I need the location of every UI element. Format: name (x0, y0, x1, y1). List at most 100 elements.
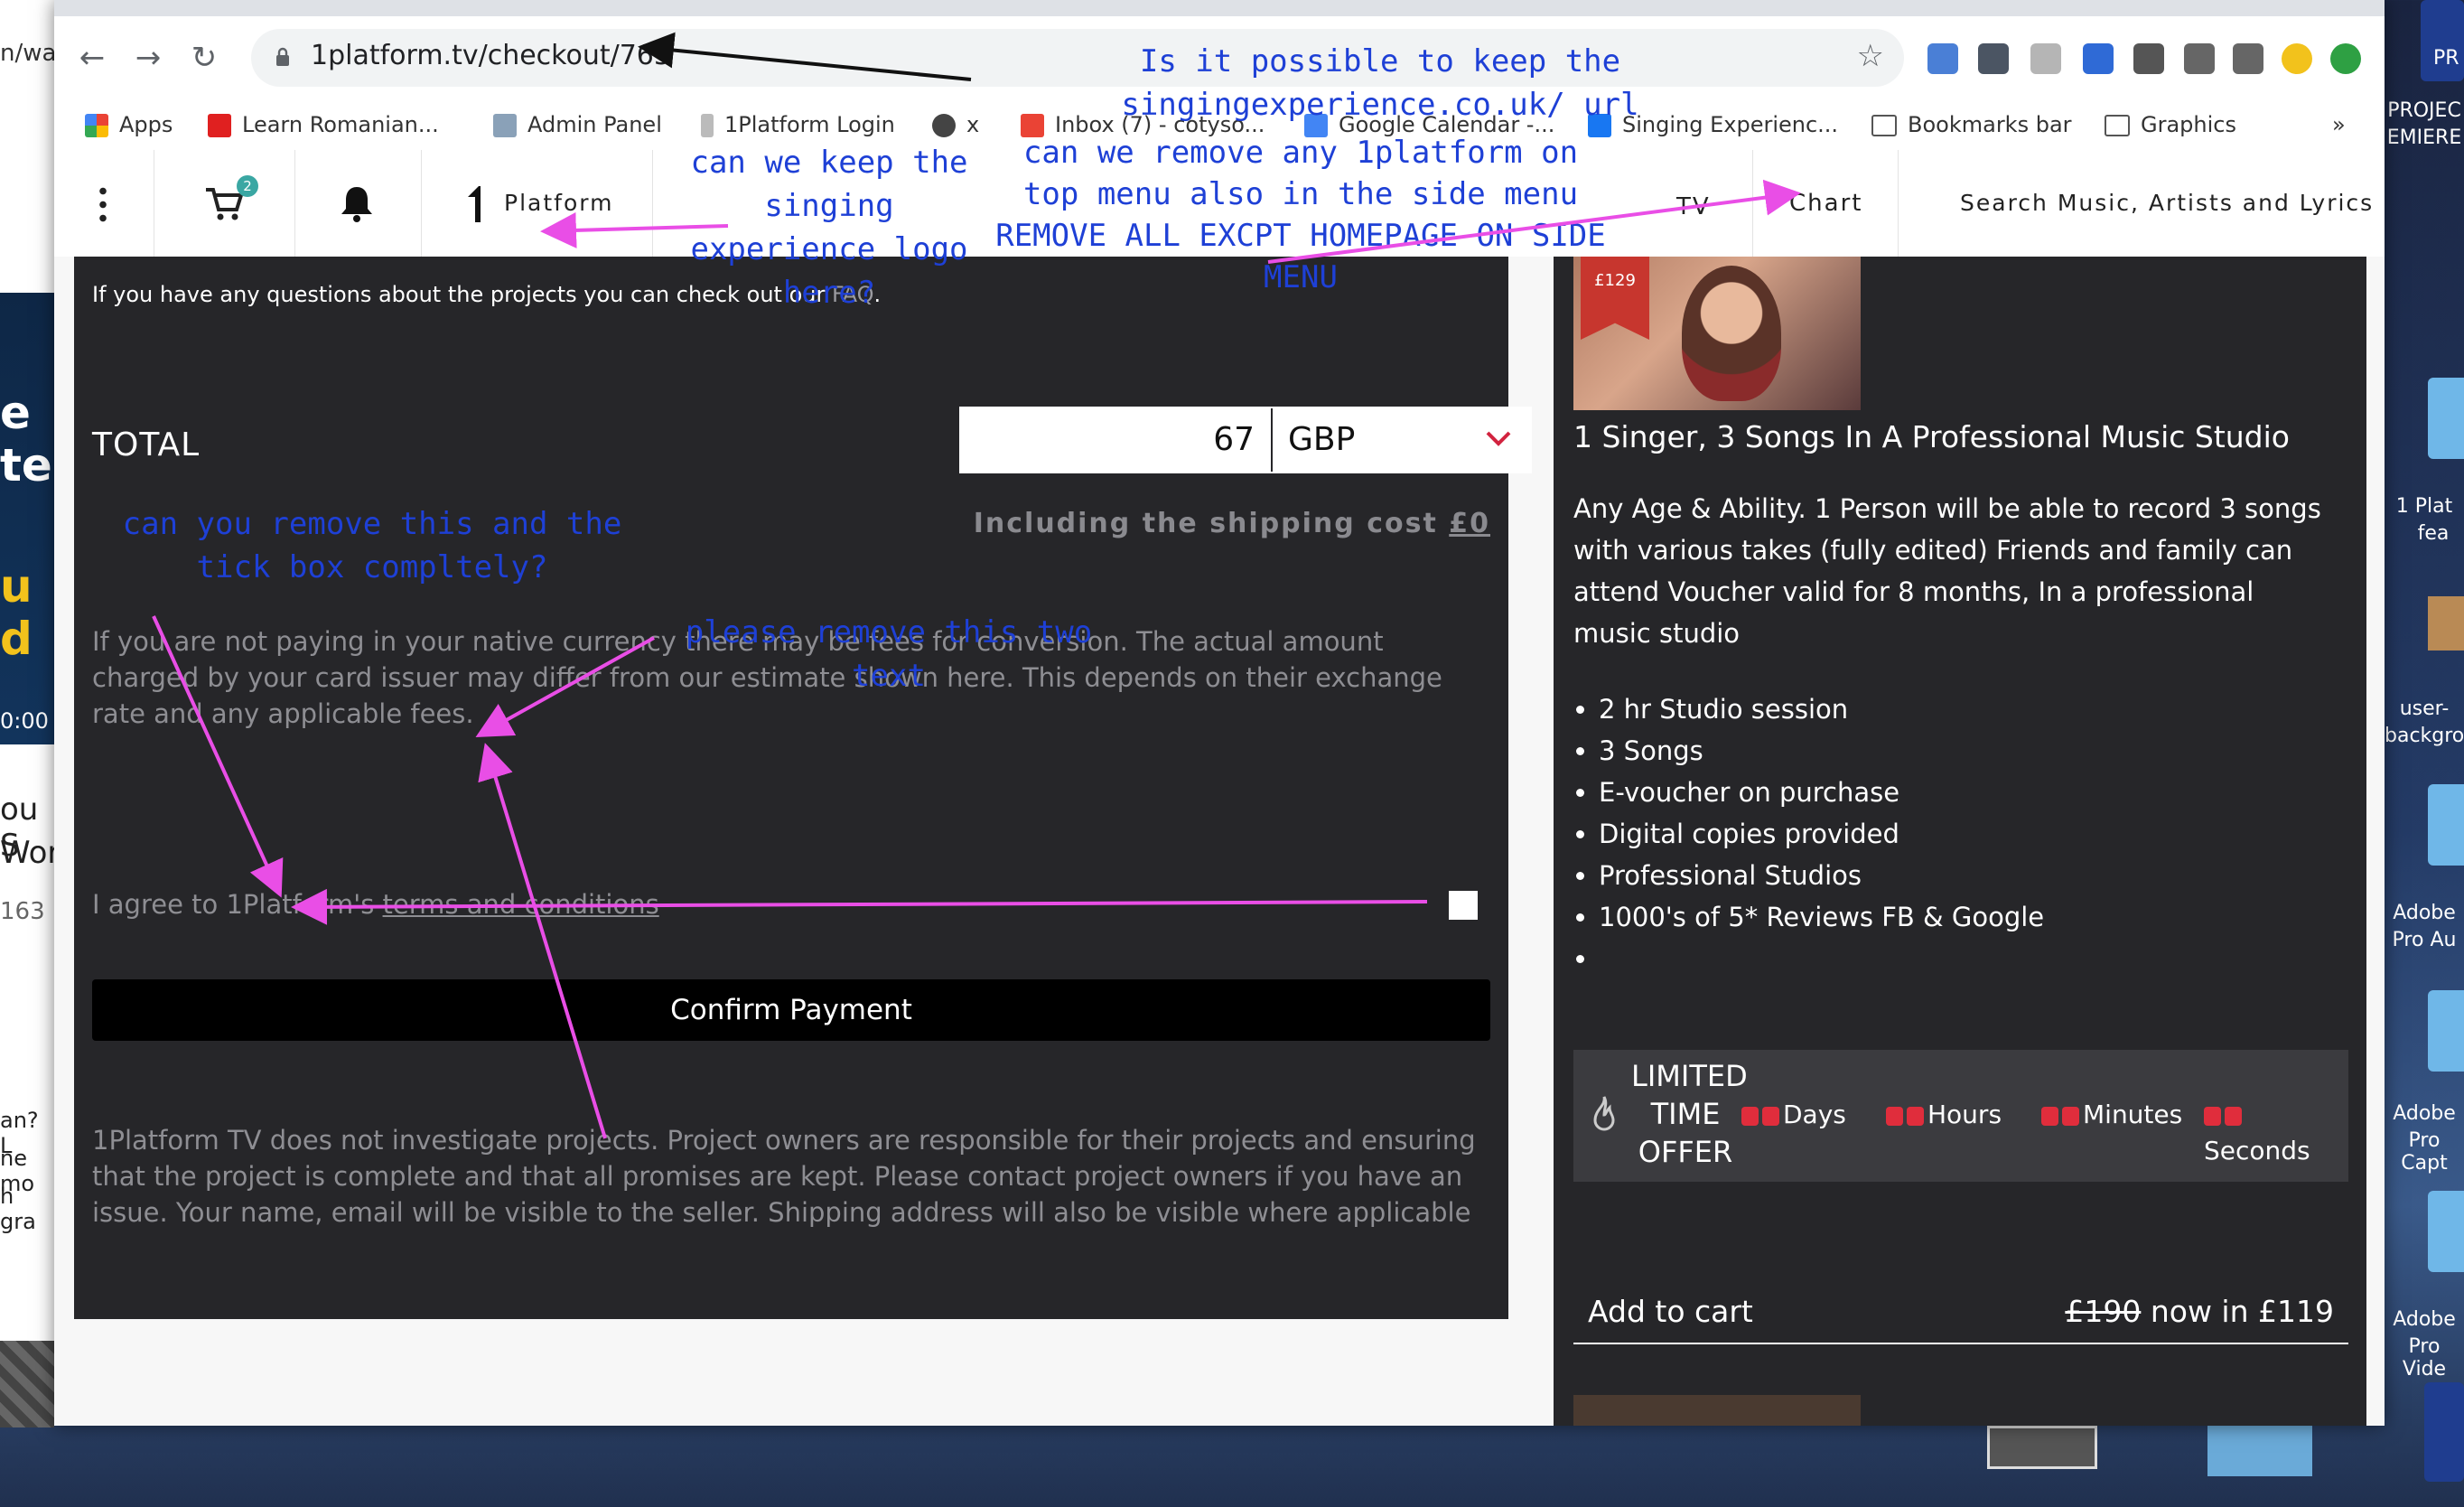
shipping-text: Including the shipping cost £0 (974, 508, 1490, 539)
annotation-logo-note: can we keep the singing experience logo … (690, 145, 968, 311)
hours-label: Hours (1927, 1100, 2002, 1129)
desktop-pattern (0, 1341, 54, 1427)
price-info: £190 now in £119 (2065, 1294, 2334, 1329)
camera-icon[interactable] (2030, 43, 2061, 74)
playlist-icon[interactable] (2233, 43, 2263, 74)
terms-agreement: I agree to 1Platform's terms and conditi… (92, 889, 659, 920)
cart-badge: 2 (237, 175, 258, 197)
update-icon[interactable] (2330, 43, 2361, 74)
disclaimer-text: 1Platform TV does not investigate projec… (92, 1125, 1476, 1228)
menu-button[interactable] (54, 150, 154, 257)
desktop-label: Pro Vide (2402, 1335, 2447, 1381)
chevron-down-icon (1486, 431, 1511, 446)
puzzle-icon[interactable] (2184, 43, 2215, 74)
terms-link[interactable]: terms and conditions (383, 889, 659, 920)
bookmark-label: Graphics (2141, 112, 2236, 137)
limited-offer-countdown: LIMITED TIME OFFER Days Hours Minutes Se… (1573, 1050, 2348, 1182)
desktop-fragment: h gra (0, 1184, 36, 1234)
annotation-text-note: please remove this two text (685, 614, 1093, 694)
bookmark-graphics[interactable]: Graphics (2105, 107, 2236, 143)
annotation-url-note: Is it possible to keep the singingexperi… (1121, 43, 1639, 123)
bell-icon (341, 187, 372, 222)
list-item (1599, 938, 2044, 979)
avatar[interactable] (2282, 43, 2312, 74)
digit-box (1886, 1106, 1903, 1126)
monitor-icon (493, 114, 517, 137)
bookmark-1platform-login[interactable]: 1Platform Login (701, 107, 895, 143)
confirm-payment-button[interactable]: Confirm Payment (92, 979, 1490, 1041)
bookmark-learn-romanian[interactable]: Learn Romanian... (208, 107, 439, 143)
cart-button[interactable]: 2 (154, 150, 295, 257)
globe-icon (932, 114, 956, 137)
desktop-left-strip: n/wa e te u d 0:00 ou S Word 163 an? L n… (0, 0, 54, 1427)
bookmark-label: 1Platform Login (724, 112, 895, 137)
dock-thumbnail[interactable] (1987, 1426, 2097, 1469)
annotation-menu-note: can we remove any 1platform on top menu … (995, 135, 1606, 295)
notifications-button[interactable] (294, 150, 422, 257)
image-file-icon[interactable] (2428, 596, 2464, 651)
kebab-menu-icon (99, 184, 107, 224)
extension-icon[interactable] (1927, 43, 1958, 74)
currency-select[interactable]: GBP (1273, 408, 1530, 472)
currency-value: GBP (1288, 421, 1356, 458)
search-input[interactable]: Search Music, Artists and Lyrics (1897, 150, 2385, 257)
folder-icon[interactable] (2428, 378, 2464, 459)
gmail-ext-icon[interactable] (1978, 43, 2009, 74)
add-to-cart-row[interactable]: Add to cart £190 now in £119 (1573, 1276, 2348, 1344)
folder-icon[interactable] (2428, 990, 2464, 1072)
product-image[interactable]: £129 (1573, 257, 1861, 410)
nav-chart-label: Chart (1789, 190, 1863, 217)
total-amount: 67 (961, 408, 1273, 472)
nav-chart[interactable]: Chart (1752, 150, 1899, 257)
countdown-hours: Hours (1886, 1097, 2002, 1133)
lock-icon (276, 47, 289, 66)
countdown-minutes: Minutes (2041, 1097, 2182, 1133)
desktop-label: EMIERE (2386, 126, 2462, 149)
bookmark-apps[interactable]: Apps (85, 107, 173, 143)
digit-box (1741, 1106, 1759, 1126)
desktop-label: 1 Plat (2395, 495, 2453, 518)
old-price: £190 (2065, 1294, 2142, 1329)
extension-icon[interactable] (2133, 43, 2164, 74)
more-bookmarks-button[interactable]: » (2332, 107, 2346, 143)
terms-checkbox[interactable] (1449, 891, 1478, 920)
folder-icon[interactable] (2428, 1191, 2464, 1272)
folder-icon[interactable] (2428, 784, 2464, 866)
digit-box (1762, 1106, 1779, 1126)
total-field: 67 GBP (959, 407, 1532, 473)
list-item: 3 Songs (1599, 730, 2044, 772)
bookmark-star-icon[interactable]: ☆ (1857, 38, 1884, 74)
desktop-label: PR (2433, 47, 2459, 70)
dock-folder-icon[interactable] (2207, 1426, 2312, 1476)
shipping-prefix: Including the shipping cost (973, 508, 1450, 539)
next-product-image[interactable] (1573, 1395, 1861, 1426)
logo-text: Platform (504, 190, 614, 216)
feature-list: 2 hr Studio session 3 Songs E-voucher on… (1599, 688, 2044, 979)
screen-capture-icon[interactable] (2083, 43, 2114, 74)
reload-button[interactable]: ↻ (184, 38, 224, 78)
desktop-label: user- (2399, 697, 2450, 720)
nav-tv[interactable]: TV (1676, 193, 1711, 220)
back-button[interactable]: ← (72, 38, 112, 78)
logo-link[interactable]: Platform (421, 150, 653, 257)
desktop-fragment: e te (0, 387, 52, 491)
bookmark-bookmarks-bar[interactable]: Bookmarks bar (1871, 107, 2072, 143)
days-label: Days (1783, 1100, 1846, 1129)
bookmark-admin-panel[interactable]: Admin Panel (493, 107, 662, 143)
digit-box (2225, 1106, 2242, 1126)
forward-button[interactable]: → (128, 38, 168, 78)
digit-box (2204, 1106, 2221, 1126)
desktop-label: Pro Capt (2401, 1129, 2448, 1175)
desktop-fragment: n/wa (0, 40, 54, 67)
folder-icon (1871, 115, 1897, 136)
add-to-cart-label: Add to cart (1588, 1294, 1753, 1329)
seconds-label: Seconds (2204, 1136, 2310, 1165)
product-panel: £129 1 Singer, 3 Songs In A Professional… (1554, 257, 2366, 1426)
folder-icon (2105, 115, 2130, 136)
youtube-icon (208, 114, 231, 137)
desktop-app-icon[interactable] (2424, 1382, 2464, 1482)
bookmark-x[interactable]: x (932, 107, 979, 143)
url-text: 1platform.tv/checkout/765 (311, 40, 671, 71)
digit-box (1907, 1106, 1924, 1126)
checkout-panel: If you have any questions about the proj… (74, 257, 1532, 1319)
